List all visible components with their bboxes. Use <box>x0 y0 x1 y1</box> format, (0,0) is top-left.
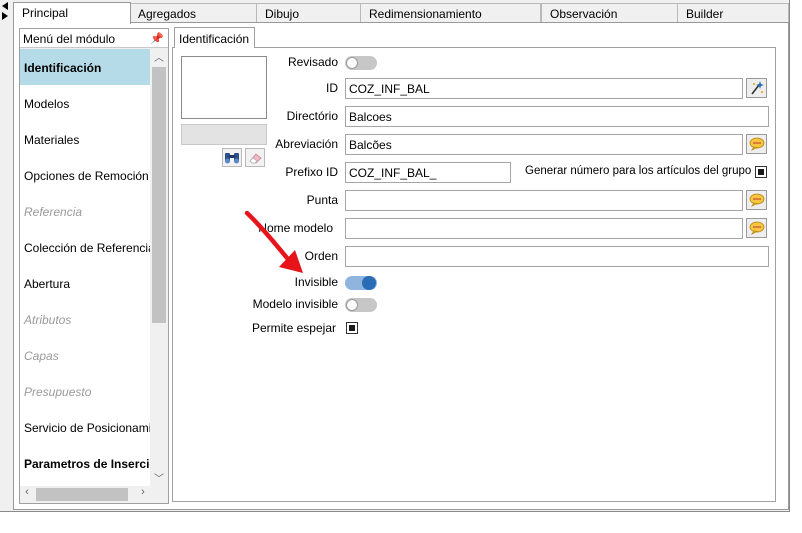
module-menu-item[interactable]: Abertura <box>20 265 150 301</box>
module-menu-item[interactable]: Modelos <box>20 85 150 121</box>
tab-dibujo[interactable]: Dibujo <box>256 3 361 23</box>
abreviacion-translate-button[interactable] <box>746 134 767 154</box>
tab-builder[interactable]: Builder <box>677 3 789 23</box>
module-menu-item[interactable]: Capas <box>20 337 150 373</box>
speech-bubble-icon <box>749 137 764 151</box>
orden-field[interactable] <box>345 246 769 267</box>
module-menu-item[interactable]: Servicio de Posicionamie <box>20 409 150 445</box>
module-menu-list: Identificación Modelos Materiales Opciones … <box>20 49 150 486</box>
prefijo-label: Prefixo ID <box>285 165 338 179</box>
revisado-toggle[interactable] <box>345 56 377 70</box>
scroll-left-small-icon[interactable]: ‹ <box>20 486 34 503</box>
principal-content: Menú del módulo 📌 Identificación Modelos M… <box>13 22 789 510</box>
wand-icon <box>750 81 764 95</box>
module-menu-hscrollbar[interactable]: ‹ › <box>20 486 168 503</box>
module-menu-header: Menú del módulo 📌 <box>20 29 168 48</box>
tab-principal[interactable]: Principal <box>13 2 131 24</box>
binoculars-icon <box>225 152 239 163</box>
generar-numero-label: Generar número para los artículos del gr… <box>525 165 752 177</box>
tab-scroll-arrows[interactable] <box>2 2 12 20</box>
abreviacion-field[interactable]: Balcões <box>345 134 743 155</box>
vscroll-thumb[interactable] <box>152 67 166 323</box>
nome-modelo-field[interactable] <box>345 218 743 239</box>
id-label: ID <box>326 81 338 95</box>
tab-agregados[interactable]: Agregados <box>129 3 260 23</box>
annotation-arrow-icon <box>244 210 303 273</box>
permite-espejar-checkbox[interactable] <box>346 322 358 334</box>
module-menu-item[interactable]: Materiales <box>20 121 150 157</box>
module-menu-item[interactable]: Identificación <box>20 49 150 85</box>
modelo-invisible-label: Modelo invisible <box>252 297 338 311</box>
directorio-label: Directório <box>286 109 338 123</box>
module-menu: Menú del módulo 📌 Identificación Modelos M… <box>19 28 169 504</box>
module-menu-item[interactable]: Referencia <box>20 193 150 229</box>
scroll-right-icon[interactable] <box>2 12 8 20</box>
scroll-right-small-icon[interactable]: › <box>136 486 150 503</box>
pin-icon[interactable]: 📌 <box>150 32 164 45</box>
modelo-invisible-toggle[interactable] <box>345 298 377 312</box>
scroll-up-icon[interactable]: ︿ <box>150 49 168 65</box>
main-tab-bar: Principal Agregados Dibujo Redimensionam… <box>13 2 789 24</box>
generar-numero-checkbox[interactable] <box>755 166 767 178</box>
module-menu-title: Menú del módulo <box>23 32 116 46</box>
abreviacion-label: Abreviación <box>275 137 338 151</box>
scroll-left-icon[interactable] <box>2 2 8 10</box>
speech-bubble-icon <box>749 221 764 235</box>
id-generate-button[interactable] <box>746 78 767 98</box>
app-window: Principal Agregados Dibujo Redimensionam… <box>0 0 790 512</box>
speech-bubble-icon <box>749 193 764 207</box>
module-menu-item[interactable]: Parametros de Inserción <box>20 445 150 481</box>
punta-translate-button[interactable] <box>746 190 767 210</box>
id-field[interactable]: COZ_INF_BAL <box>345 78 743 99</box>
module-menu-vscrollbar[interactable]: ︿ ﹀ <box>150 49 168 486</box>
tab-observacion[interactable]: Observación <box>541 3 678 23</box>
scroll-down-icon[interactable]: ﹀ <box>150 470 168 486</box>
invisible-toggle[interactable] <box>345 276 377 290</box>
revisado-label: Revisado <box>287 55 338 69</box>
module-menu-item[interactable]: Atributos <box>20 301 150 337</box>
module-menu-item[interactable]: Presupuesto <box>20 373 150 409</box>
tab-redimensionamiento[interactable]: Redimensionamiento <box>360 3 541 23</box>
permite-espejar-label: Permite espejar <box>251 321 336 335</box>
eraser-icon <box>249 152 262 163</box>
nome-modelo-translate-button[interactable] <box>746 218 767 238</box>
prefijo-field[interactable]: COZ_INF_BAL_ <box>345 162 511 183</box>
hscroll-thumb[interactable] <box>36 488 128 501</box>
tab-identificacion[interactable]: Identificación <box>174 27 256 48</box>
module-menu-item[interactable]: Opciones de Remoción <box>20 157 150 193</box>
module-menu-item[interactable]: Colección de Referencias <box>20 229 150 265</box>
punta-field[interactable] <box>345 190 743 211</box>
directorio-field[interactable]: Balcoes <box>345 106 769 127</box>
